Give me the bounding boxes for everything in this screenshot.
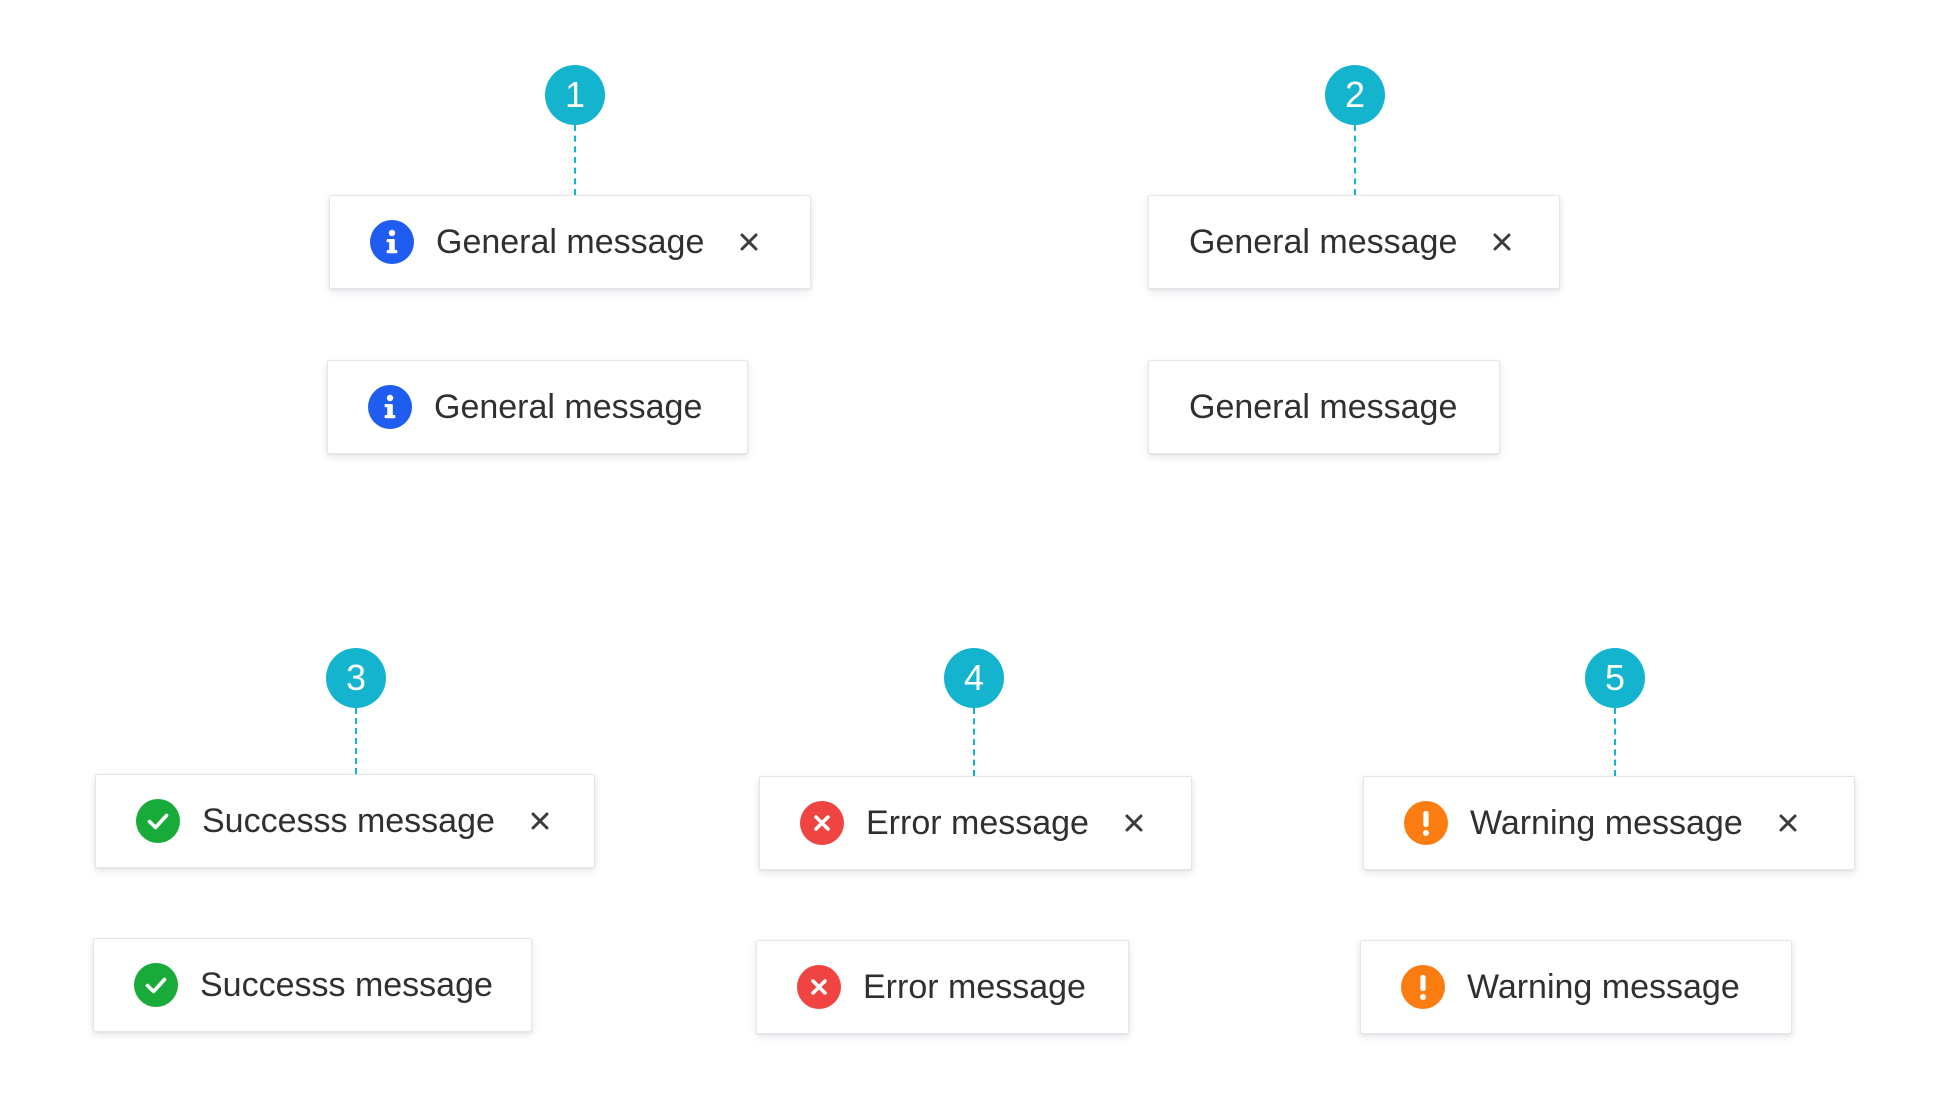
info-icon [368,385,412,429]
toast-message: Error message [866,803,1089,842]
plain-toast: General message [1148,360,1500,454]
toast-message: General message [436,222,705,261]
step-marker-1: 1 [545,65,605,125]
leader-line-2 [1354,125,1356,195]
toast-message: General message [1189,222,1458,261]
leader-line-1 [574,125,576,195]
step-marker-5: 5 [1585,648,1645,708]
close-icon[interactable] [1489,229,1515,255]
toast-message: Warning message [1470,803,1743,842]
exclamation-icon [1404,801,1448,845]
step-marker-3: 3 [326,648,386,708]
toast-message: Successs message [200,965,493,1004]
x-circle-icon [797,965,841,1009]
exclamation-icon [1401,965,1445,1009]
x-circle-icon [800,801,844,845]
check-icon [134,963,178,1007]
leader-line-4 [973,708,975,776]
close-icon[interactable] [1775,810,1801,836]
check-icon [136,799,180,843]
close-icon[interactable] [527,808,553,834]
toast-message: General message [1189,387,1458,426]
warning-toast-dismissible: Warning message [1363,776,1855,870]
toast-message: General message [434,387,703,426]
success-toast: Successs message [93,938,532,1032]
leader-line-3 [355,708,357,774]
close-icon[interactable] [736,229,762,255]
success-toast-dismissible: Successs message [95,774,595,868]
info-toast-dismissible: General message [329,195,811,289]
warning-toast: Warning message [1360,940,1792,1034]
plain-toast-dismissible: General message [1148,195,1560,289]
info-icon [370,220,414,264]
leader-line-5 [1614,708,1616,776]
step-marker-4: 4 [944,648,1004,708]
error-toast: Error message [756,940,1129,1034]
toast-message: Error message [863,967,1086,1006]
toast-message: Successs message [202,801,495,840]
step-marker-2: 2 [1325,65,1385,125]
info-toast: General message [327,360,748,454]
close-icon[interactable] [1121,810,1147,836]
error-toast-dismissible: Error message [759,776,1192,870]
toast-message: Warning message [1467,967,1740,1006]
